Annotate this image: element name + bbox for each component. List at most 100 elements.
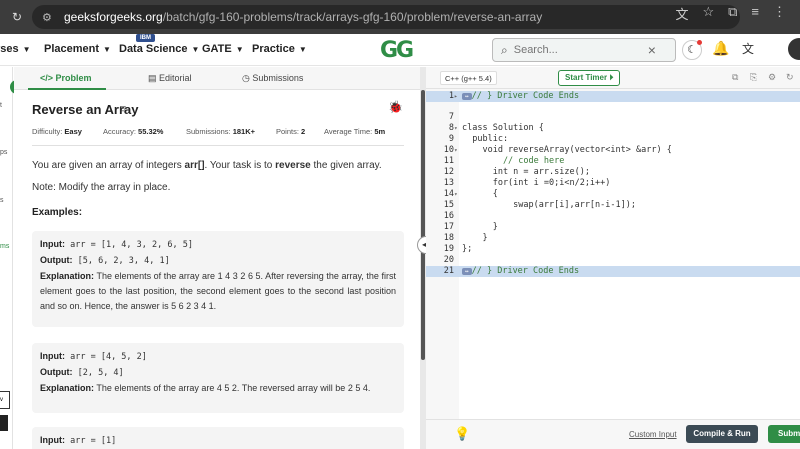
code-text: { <box>462 189 498 199</box>
line-number: 14 <box>443 189 454 199</box>
code-line[interactable]: 19}; <box>426 244 800 255</box>
submit-button[interactable]: Submit <box>768 425 800 443</box>
translate-icon[interactable]: 文 <box>742 40 754 57</box>
line-number: 19 <box>443 244 454 254</box>
line-number: 7 <box>448 112 454 122</box>
sidebar-label[interactable]: s <box>0 197 4 204</box>
language-select[interactable]: C++ (g++ 5.4) <box>440 71 497 85</box>
nav-placement[interactable]: Placement ▼ <box>44 43 111 55</box>
sidebar-box[interactable]: v <box>0 391 10 409</box>
examples-heading: Examples: <box>32 207 83 218</box>
compile-run-button[interactable]: Compile & Run <box>686 425 758 443</box>
tab-problem[interactable]: </> Problem <box>40 73 92 83</box>
sidebar-label[interactable]: ps <box>0 149 7 156</box>
code-line[interactable]: 18 } <box>426 233 800 244</box>
url-text[interactable]: geeksforgeeks.org/batch/gfg-160-problems… <box>64 10 542 24</box>
gfg-logo[interactable]: GG <box>380 38 414 63</box>
code-line[interactable]: 13 for(int i =0;i<n/2;i++) <box>426 178 800 189</box>
fold-icon[interactable]: ▾ <box>454 145 458 156</box>
problem-panel: </> Problem ▤ Editorial ◷ Submissions Re… <box>14 67 420 449</box>
address-bar[interactable]: ⚙ geeksforgeeks.org/batch/gfg-160-proble… <box>32 5 740 29</box>
chevron-down-icon: ▼ <box>191 45 200 54</box>
line-number: 18 <box>443 233 454 243</box>
line-number: 12 <box>443 167 454 177</box>
editor-panel: C++ (g++ 5.4) Start Timer ⏵ ⧉ ⎘ ⚙ ↻ 1 ▸ ↔ /… <box>426 67 800 449</box>
browser-actions: 文 ☆ ⧉ ≡ ⋮ <box>675 4 786 23</box>
extensions-icon[interactable]: ⧉ <box>728 4 737 23</box>
line-number: 16 <box>443 211 454 221</box>
nav-courses[interactable]: rses▼ <box>0 43 31 55</box>
line-number: 17 <box>443 222 454 232</box>
sidebar-label[interactable]: t <box>0 102 2 109</box>
chevron-down-icon: ▼ <box>298 45 307 54</box>
folded-region-icon[interactable]: ↔ <box>462 268 472 275</box>
line-number: 20 <box>443 255 454 265</box>
search-input[interactable] <box>513 44 644 56</box>
reading-list-icon[interactable]: ≡ <box>751 4 759 23</box>
code-line[interactable]: 1 ▸ ↔// } Driver Code Ends <box>426 91 800 102</box>
reload-icon[interactable]: ↻ <box>6 10 28 24</box>
code-line[interactable]: 9 public: <box>426 134 800 145</box>
bookmark-icon[interactable]: ⌑ <box>120 103 126 116</box>
tab-submissions[interactable]: ◷ Submissions <box>242 73 303 84</box>
search-icon: ⌕ <box>501 42 508 57</box>
code-line[interactable]: 10 ▾ void reverseArray(vector<int> &arr) … <box>426 145 800 156</box>
code-line[interactable]: 8 ▾ class Solution { <box>426 123 800 134</box>
code-text: int n = arr.size(); <box>462 167 590 177</box>
nav-gate[interactable]: GATE ▼ <box>202 43 244 55</box>
lightbulb-icon[interactable]: 💡 <box>454 426 470 442</box>
chevron-down-icon: ▼ <box>22 45 31 54</box>
custom-input-link[interactable]: Custom Input <box>629 430 677 439</box>
refresh-icon[interactable]: ↻ <box>786 72 794 83</box>
difficulty: Difficulty: Easy <box>32 127 82 136</box>
line-number: 21 <box>443 266 454 276</box>
copy-icon[interactable]: ⧉ <box>732 72 738 83</box>
line-number: 15 <box>443 200 454 210</box>
nav-practice[interactable]: Practice ▼ <box>252 43 307 55</box>
folded-region-icon[interactable]: ↔ <box>462 93 472 100</box>
active-tab-indicator <box>28 88 106 90</box>
chevron-down-icon: ▼ <box>103 45 111 54</box>
search-box[interactable]: ⌕ × <box>492 38 676 62</box>
example-3: Input: arr = [1] <box>32 427 404 449</box>
code-line[interactable]: 15 swap(arr[i],arr[n-i-1]); <box>426 200 800 211</box>
nav-data-science[interactable]: Data Science ▼ <box>119 43 199 55</box>
code-text: // code here <box>462 156 565 166</box>
bell-icon[interactable]: 🔔 <box>712 40 729 57</box>
tab-editorial[interactable]: ▤ Editorial <box>148 73 192 84</box>
reset-icon[interactable]: ⎘ <box>750 72 757 83</box>
settings-icon[interactable]: ⚙ <box>768 72 776 83</box>
code-line[interactable]: 7 <box>426 112 800 123</box>
fold-icon[interactable]: ▾ <box>454 189 458 200</box>
sidebar-label[interactable]: ms <box>0 243 9 250</box>
site-settings-icon[interactable]: ⚙ <box>42 11 58 24</box>
menu-icon[interactable]: ⋮ <box>773 4 786 23</box>
line-number: 9 <box>448 134 454 144</box>
close-icon[interactable]: × <box>648 42 656 58</box>
code-text: }; <box>462 244 473 254</box>
code-line[interactable]: 17 } <box>426 222 800 233</box>
code-line[interactable]: 20 <box>426 255 800 266</box>
fold-icon[interactable]: ▸ <box>454 91 458 102</box>
code-line[interactable]: 11 // code here <box>426 156 800 167</box>
ibm-badge: IBM <box>136 34 155 42</box>
code-line[interactable]: 14 ▾ { <box>426 189 800 200</box>
example-2: Input: arr = [4, 5, 2] Output: [2, 5, 4]… <box>32 343 404 413</box>
fold-icon[interactable]: ▾ <box>454 123 458 134</box>
code-text: } <box>462 233 488 243</box>
bug-icon[interactable]: 🐞 <box>388 100 403 114</box>
code-editor[interactable]: 1 ▸ ↔// } Driver Code Ends 7 8 ▾ class Solutio… <box>426 91 800 419</box>
code-line[interactable]: 16 <box>426 211 800 222</box>
translate-icon[interactable]: 文 <box>675 4 688 23</box>
line-number: 13 <box>443 178 454 188</box>
code-line[interactable]: 21 ↔// } Driver Code Ends <box>426 266 800 277</box>
start-timer-button[interactable]: Start Timer ⏵ <box>558 70 621 86</box>
code-text: class Solution { <box>462 123 544 133</box>
code-line[interactable]: 12 int n = arr.size(); <box>426 167 800 178</box>
code-text: ↔// } Driver Code Ends <box>462 91 579 102</box>
scrollbar[interactable] <box>421 90 425 360</box>
sidebar-dark-button[interactable] <box>0 415 8 431</box>
line-number: 8 <box>448 123 454 133</box>
bookmark-star-icon[interactable]: ☆ <box>702 4 714 23</box>
submissions: Submissions: 181K+ <box>186 127 256 136</box>
